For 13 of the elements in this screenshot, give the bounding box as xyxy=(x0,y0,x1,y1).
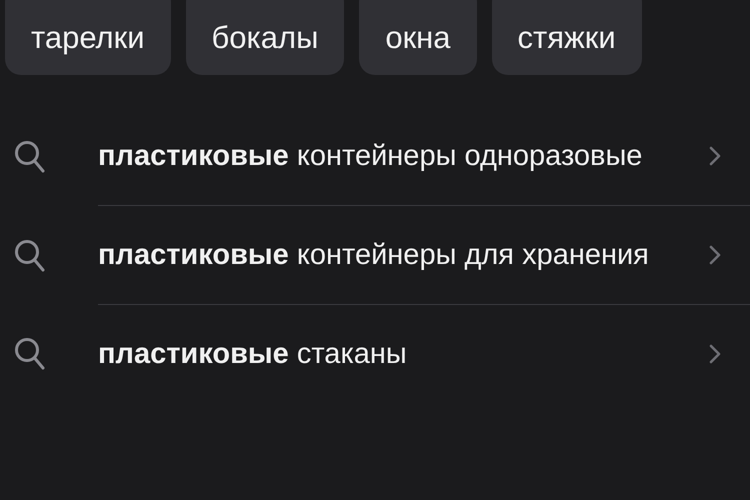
chevron-right-icon xyxy=(708,343,722,365)
search-icon xyxy=(14,337,46,371)
search-suggestion[interactable]: пластиковые контейнеры одноразовые xyxy=(98,131,658,181)
chevron-right-icon xyxy=(708,145,722,167)
category-chip[interactable]: бокалы xyxy=(186,0,344,75)
search-icon xyxy=(14,238,46,272)
category-chip[interactable]: стяжки xyxy=(492,0,642,75)
category-chip[interactable]: тарелки xyxy=(5,0,171,75)
category-chip[interactable]: окна xyxy=(359,0,477,75)
search-suggestion[interactable]: пластиковые стаканы xyxy=(98,329,658,379)
search-suggestion[interactable]: пластиковые контейнеры для хранения xyxy=(98,230,658,280)
chevron-right-icon xyxy=(708,244,722,266)
search-icon xyxy=(14,140,46,174)
